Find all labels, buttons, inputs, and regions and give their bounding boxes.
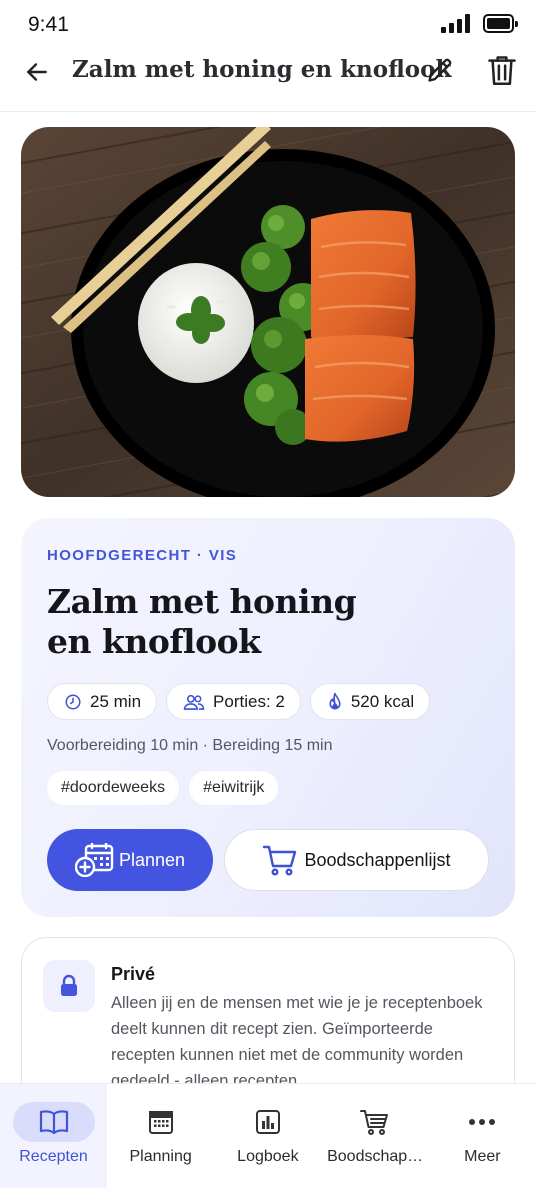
calories-label: 520 kcal — [350, 691, 415, 711]
signal-icon — [441, 14, 470, 33]
tab-icon-indicator — [12, 1102, 95, 1142]
calories-chip: 520 kcal — [309, 683, 431, 720]
prep-time-text: Voorbereiding 10 min · Bereiding 15 min — [47, 737, 333, 754]
delete-button[interactable] — [483, 51, 521, 89]
privacy-text: Alleen jij en de mensen met wie je je re… — [111, 994, 483, 1090]
lock-badge — [43, 960, 95, 1012]
clock-icon — [65, 694, 81, 709]
recipe-info-card: HOOFDGERECHT · VIS Zalm met honing en kn… — [21, 518, 515, 917]
tab-boodschappen[interactable]: Boodschap… — [322, 1084, 429, 1188]
calendar-add-icon — [74, 843, 114, 877]
shopping-list-button-label: Boodschappenlijst — [304, 849, 451, 870]
bottom-tab-bar: Recepten Planning Logboek Boodschap… Mee… — [0, 1083, 536, 1188]
more-icon — [469, 1119, 496, 1125]
status-icons — [441, 14, 518, 33]
recipe-title: Zalm met honing en knoflook — [47, 582, 357, 661]
tab-meer-label: Meer — [464, 1148, 501, 1165]
people-icon — [183, 694, 205, 710]
tag-doordeweeks[interactable]: #doordeweeks — [47, 771, 180, 805]
lock-icon — [61, 974, 77, 996]
plan-button[interactable]: Plannen — [47, 829, 213, 891]
tab-logboek[interactable]: Logboek — [214, 1084, 321, 1188]
tab-meer[interactable]: Meer — [429, 1084, 536, 1188]
calendar-icon — [148, 1111, 173, 1134]
cart-icon — [360, 1110, 389, 1135]
tab-logboek-label: Logboek — [237, 1148, 299, 1165]
tab-boodschappen-label: Boodschap… — [327, 1148, 424, 1165]
portions-label: Porties: 2 — [213, 691, 285, 711]
time-label: 25 min — [90, 691, 142, 711]
recipe-stats: 25 min Porties: 2 520 kcal — [47, 683, 431, 720]
back-button[interactable] — [20, 55, 54, 89]
book-icon — [39, 1110, 68, 1135]
chart-icon — [255, 1110, 280, 1134]
plan-button-label: Plannen — [118, 849, 186, 870]
status-time: 9:41 — [28, 13, 69, 36]
recipe-photo — [21, 127, 515, 497]
arrow-left-icon — [27, 63, 47, 81]
page-title: Zalm met honing en knoflook — [72, 56, 452, 83]
tab-recepten[interactable]: Recepten — [0, 1084, 107, 1188]
status-bar: 9:41 — [0, 0, 536, 50]
top-app-bar: Zalm met honing en knoflook — [0, 50, 536, 112]
tab-recepten-label: Recepten — [19, 1148, 88, 1165]
shopping-list-button[interactable]: Boodschappenlijst — [224, 829, 489, 891]
battery-icon — [483, 14, 518, 33]
recipe-category: HOOFDGERECHT · VIS — [47, 547, 238, 564]
pencil-icon — [428, 58, 452, 82]
portions-chip[interactable]: Porties: 2 — [166, 683, 301, 720]
cart-icon — [263, 845, 297, 876]
salmon-dish-illustration — [21, 127, 515, 497]
tab-planning[interactable]: Planning — [107, 1084, 214, 1188]
tag-eiwitrijk[interactable]: #eiwitrijk — [189, 771, 279, 805]
time-chip: 25 min — [47, 683, 158, 720]
tab-planning-label: Planning — [129, 1148, 192, 1165]
edit-button[interactable] — [422, 52, 458, 88]
privacy-title: Privé — [111, 964, 156, 984]
tag-list: #doordeweeks #eiwitrijk — [47, 771, 279, 805]
flame-icon — [329, 692, 341, 710]
trash-icon — [488, 56, 516, 85]
